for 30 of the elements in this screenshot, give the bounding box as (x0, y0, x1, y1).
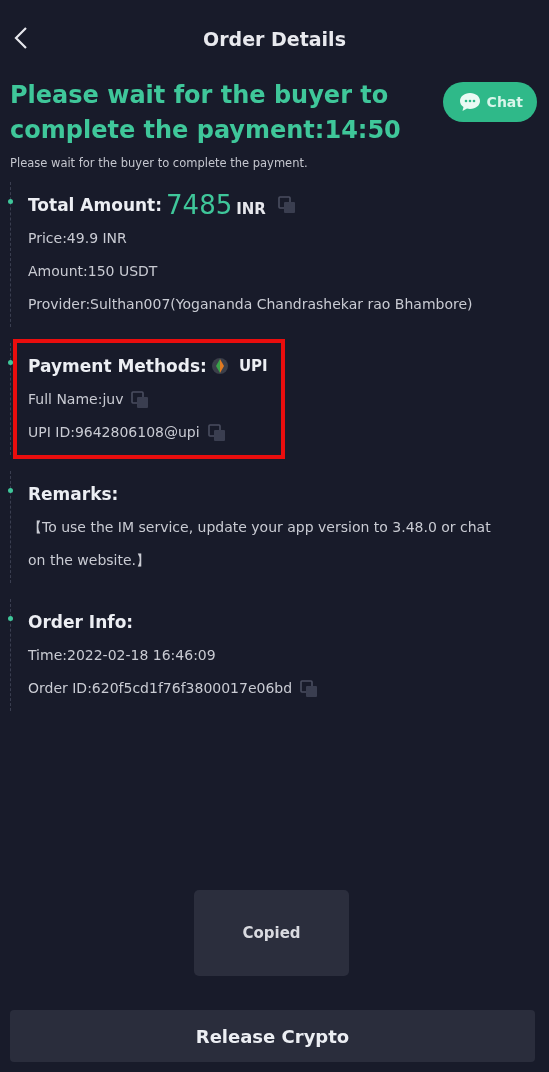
status-headline: Please wait for the buyer to complete the payment:14:50 (10, 80, 402, 146)
detail-text: Full Name:juv (28, 390, 124, 409)
total-amount-value: 7485 (166, 190, 233, 220)
currency-unit: INR (236, 200, 266, 218)
section-title: Remarks: (28, 484, 119, 504)
detail-text: 【To use the IM service, update your app version to 3.48.0 or chat on the website.】 (28, 518, 492, 570)
detail-text: Provider:Sulthan007(Yogananda Chandrashekar rao Bhambore) (28, 295, 473, 314)
section-title: Order Info: (28, 612, 134, 632)
copy-icon[interactable] (277, 196, 296, 214)
copy-icon[interactable] (131, 390, 150, 409)
detail-text: Time:2022-02-18 16:46:09 (28, 646, 216, 665)
detail-text: Price:49.9 INR (28, 229, 127, 248)
detail-text: Amount:150 USDT (28, 262, 158, 281)
upi-logo-icon (210, 357, 229, 375)
speech-bubble-icon (458, 92, 481, 112)
detail-text: Order ID:620f5cd1f76f3800017e06bd (28, 679, 293, 698)
timeline-dot (8, 360, 13, 365)
timeline-dot (8, 488, 13, 493)
copy-icon[interactable] (207, 423, 226, 442)
status-subtext: Please wait for the buyer to complete the payment. (9, 155, 309, 170)
detail-text: UPI ID:9642806108@upi (28, 423, 200, 442)
copied-toast: Copied (194, 890, 349, 976)
page-title: Order Details (203, 28, 346, 50)
copy-icon[interactable] (300, 679, 319, 698)
timeline-dot (8, 616, 13, 621)
section-title: Total Amount: (28, 195, 163, 215)
payment-method: UPI (238, 357, 268, 375)
section-title: Payment Methods: (28, 356, 207, 376)
release-crypto-button[interactable]: Release Crypto (10, 1010, 535, 1062)
timeline-dot (8, 199, 13, 204)
